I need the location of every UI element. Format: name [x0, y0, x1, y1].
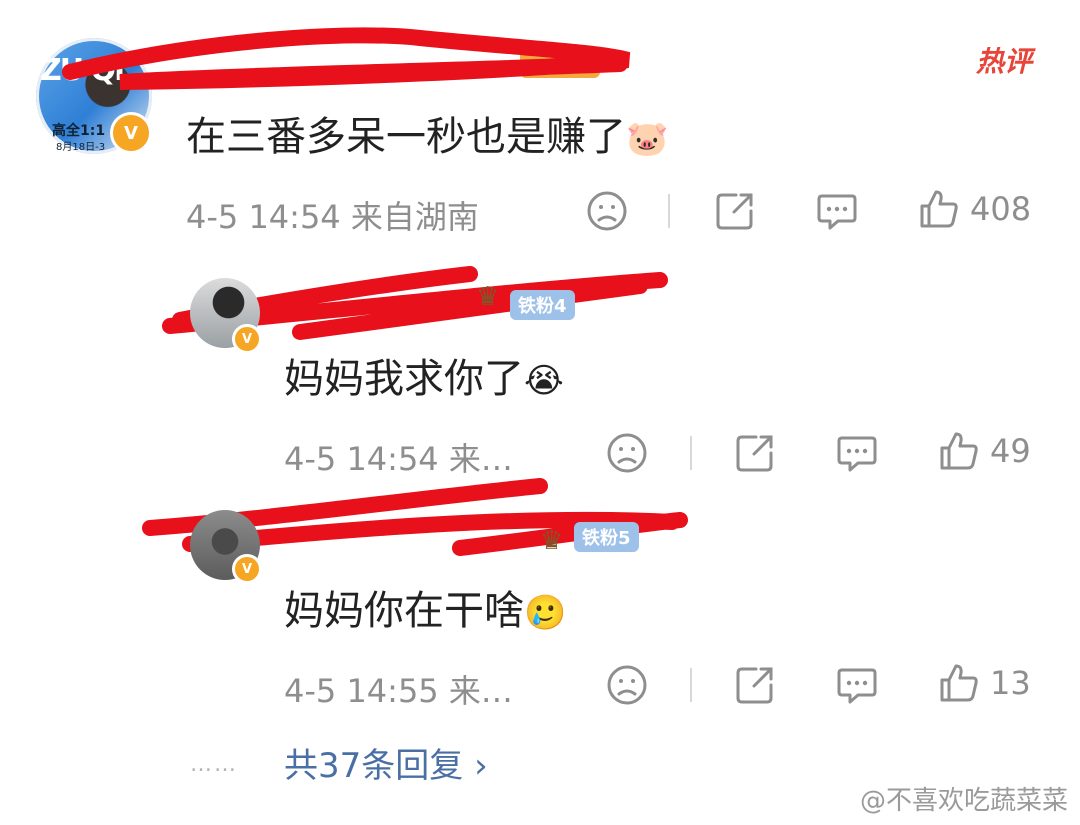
thumbs-up-icon	[940, 432, 978, 470]
share-icon	[736, 435, 773, 472]
share-icon	[736, 667, 773, 704]
reply-text-body: 妈妈你在干啥	[284, 588, 524, 634]
reply-time: 4-5 14:54	[284, 440, 439, 478]
comment-time: 4-5 14:54	[186, 198, 341, 236]
watermark: @不喜欢吃蔬菜菜	[859, 786, 1068, 816]
fan-badge: 铁粉4	[510, 290, 575, 320]
crying-emoji-icon: 😭	[524, 361, 564, 401]
comment-text: 在三番多呆一秒也是赚了🐷	[186, 104, 668, 162]
chevron-right-icon: ›	[474, 746, 488, 786]
comment-thread: ZU QI 高全1:1 8月18日-3 V 热评 在三番多呆一秒也是赚了🐷 4-…	[0, 0, 1080, 825]
hot-comment-label: 热评	[975, 45, 1032, 78]
reply-meta: 4-5 14:54 来…	[284, 434, 513, 480]
like-count: 49	[990, 432, 1031, 470]
reply-text: 妈妈我求你了😭	[284, 346, 564, 404]
like-button[interactable]: 49	[938, 430, 1031, 472]
share-button[interactable]	[734, 432, 776, 474]
like-button[interactable]: 408	[918, 188, 1031, 230]
sad-face-icon	[607, 433, 647, 473]
comment-text-body: 在三番多呆一秒也是赚了	[186, 114, 626, 160]
more-replies-link[interactable]: 共37条回复 ›	[284, 738, 488, 787]
comment-bubble-icon	[837, 436, 877, 472]
comment-button[interactable]	[816, 190, 858, 232]
verified-badge-icon: V	[232, 324, 262, 354]
comment-bubble-icon	[817, 194, 857, 230]
avatar-caption: 高全1:1	[52, 123, 106, 139]
comment-location: 来自湖南	[350, 198, 479, 236]
more-replies-label: 共37条回复	[284, 746, 464, 786]
fan-badge	[520, 48, 600, 78]
dislike-button[interactable]	[606, 664, 648, 706]
fan-badge: 铁粉5	[574, 522, 639, 552]
avatar-main[interactable]: ZU QI 高全1:1 8月18日-3 V	[36, 38, 152, 154]
more-dots: ……	[190, 752, 238, 777]
crown-icon: ♛	[540, 526, 564, 556]
like-count: 13	[990, 664, 1031, 702]
reply-time: 4-5 14:55	[284, 672, 439, 710]
like-count: 408	[970, 190, 1032, 228]
comment-button[interactable]	[836, 432, 878, 474]
reply-location: 来…	[448, 440, 513, 478]
share-button[interactable]	[734, 664, 776, 706]
action-divider	[690, 668, 692, 702]
share-button[interactable]	[714, 190, 756, 232]
reply-meta: 4-5 14:55 来…	[284, 666, 513, 712]
sad-face-icon	[607, 665, 647, 705]
smiling-tear-emoji-icon: 🥲	[524, 593, 567, 633]
thumbs-up-icon	[940, 664, 978, 702]
avatar-caption-date: 8月18日-3	[56, 142, 106, 153]
reply-text-body: 妈妈我求你了	[284, 356, 524, 402]
comment-button[interactable]	[836, 664, 878, 706]
action-divider	[690, 436, 692, 470]
share-icon	[716, 193, 753, 230]
pig-emoji-icon: 🐷	[626, 119, 669, 159]
avatar-reply-1[interactable]: V	[190, 278, 262, 354]
verified-badge-icon: V	[110, 112, 152, 154]
dislike-button[interactable]	[586, 190, 628, 232]
comment-bubble-icon	[837, 668, 877, 704]
reply-location: 来…	[448, 672, 513, 710]
crown-icon: ♛	[476, 282, 500, 312]
action-divider	[668, 194, 670, 228]
sad-face-icon	[587, 191, 627, 231]
dislike-button[interactable]	[606, 432, 648, 474]
avatar-reply-2[interactable]: V	[190, 510, 262, 584]
verified-badge-icon: V	[232, 554, 262, 584]
thumbs-up-icon	[920, 190, 958, 228]
avatar-text: ZU QI	[40, 53, 125, 88]
reply-text: 妈妈你在干啥🥲	[284, 578, 566, 636]
comment-meta: 4-5 14:54 来自湖南	[186, 192, 479, 238]
like-button[interactable]: 13	[938, 662, 1031, 704]
